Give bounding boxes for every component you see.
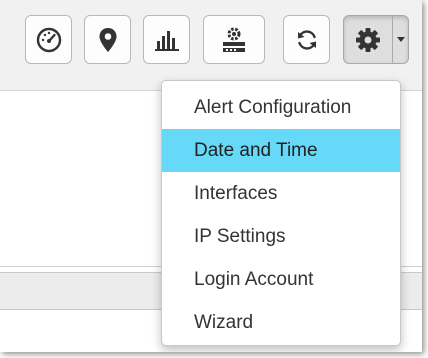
menu-item-date-and-time[interactable]: Date and Time: [162, 129, 400, 172]
refresh-icon: [297, 29, 316, 50]
location-button[interactable]: [84, 15, 131, 64]
network-device-icon: [223, 27, 245, 52]
settings-button[interactable]: [344, 16, 393, 63]
menu-item-interfaces[interactable]: Interfaces: [162, 172, 400, 215]
settings-dropdown-button[interactable]: [343, 15, 409, 64]
menu-item-login-account[interactable]: Login Account: [162, 258, 400, 301]
caret-down-icon: [396, 37, 405, 42]
toolbar: [0, 0, 422, 91]
gear-icon: [356, 27, 380, 52]
refresh-button[interactable]: [283, 15, 330, 64]
menu-item-ip-settings[interactable]: IP Settings: [162, 215, 400, 258]
statistics-button[interactable]: [143, 15, 190, 64]
settings-menu: Alert Configuration Date and Time Interf…: [161, 80, 401, 346]
device-button[interactable]: [203, 15, 265, 64]
dashboard-gauge-icon: [36, 27, 61, 52]
bar-chart-icon: [154, 30, 179, 51]
app-panel: Alert Configuration Date and Time Interf…: [0, 0, 422, 352]
dashboard-button[interactable]: [25, 15, 72, 64]
menu-item-alert-configuration[interactable]: Alert Configuration: [162, 86, 400, 129]
settings-caret[interactable]: [393, 16, 408, 63]
menu-item-wizard[interactable]: Wizard: [162, 301, 400, 344]
map-marker-icon: [99, 27, 116, 52]
